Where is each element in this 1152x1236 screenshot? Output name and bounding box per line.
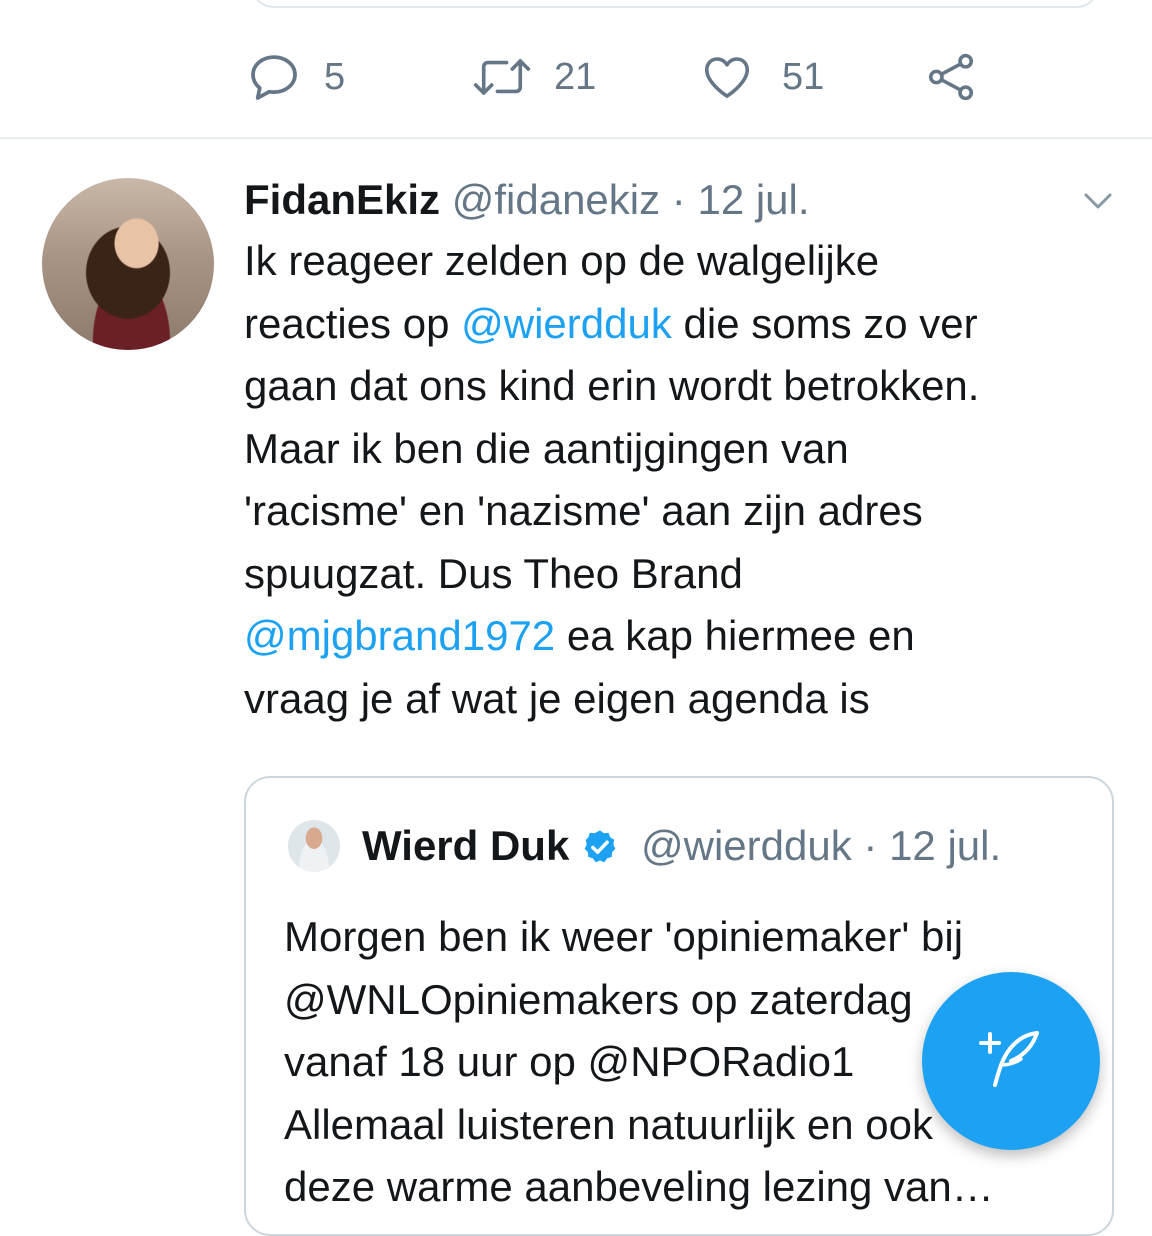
quoted-author-name: Wierd Duk <box>362 822 570 869</box>
tweet-text-line: Ik reageer zelden op de walgelijke <box>244 237 880 284</box>
avatar[interactable] <box>42 178 214 350</box>
previous-tweet-action-bar: 5 21 51 <box>0 42 1152 112</box>
tweet-text: Ik reageer zelden op de walgelijke react… <box>244 230 1124 730</box>
tweet-text-line: spuugzat. Dus Theo Brand <box>244 549 743 597</box>
heart-icon <box>700 50 754 104</box>
share-icon <box>924 50 978 104</box>
tweet-text-line: ea kap hiermee en <box>555 612 915 659</box>
tweet-menu-button[interactable] <box>1078 186 1118 216</box>
retweet-icon <box>470 49 534 105</box>
tweet-text-line: vraag je af wat je eigen agenda is <box>244 674 870 722</box>
quoted-tweet-date: 12 jul. <box>889 822 1002 869</box>
mention-link[interactable]: @wierdduk <box>461 300 672 347</box>
tweet-divider <box>0 137 1152 139</box>
tweet-text-line: reacties op <box>244 299 462 347</box>
quoted-author-handle: @wierdduk <box>641 822 852 869</box>
tweet-text-line: die soms zo ver <box>671 299 978 347</box>
retweet-button[interactable]: 21 <box>470 42 596 112</box>
tweet-header: FidanEkiz @fidanekiz · 12 jul. <box>244 172 810 228</box>
tweet-text-line: 'racisme' en 'nazisme' aan zijn adres <box>244 487 923 534</box>
reply-icon <box>246 49 302 105</box>
header-separator: · <box>671 176 686 223</box>
verified-badge-icon <box>581 824 619 880</box>
tweet-date[interactable]: 12 jul. <box>697 176 809 223</box>
like-count: 51 <box>782 55 825 98</box>
previous-tweet-media-card[interactable] <box>250 0 1100 8</box>
author-handle[interactable]: @fidanekiz <box>452 176 660 223</box>
tweet-text-line: gaan dat ons kind erin wordt betrokken. <box>244 362 980 409</box>
tweet-text-line: Maar ik ben die aantijgingen van <box>244 424 849 472</box>
compose-tweet-icon <box>971 1019 1051 1104</box>
mention-link[interactable]: @mjgbrand1972 <box>244 612 555 659</box>
share-button[interactable] <box>924 42 978 112</box>
reply-count: 5 <box>324 55 346 98</box>
quoted-tweet-header: Wierd Duk @wierdduk · 12 jul. <box>362 818 1001 880</box>
quoted-avatar <box>288 820 340 872</box>
quoted-header-separator: · <box>863 822 878 869</box>
chevron-down-icon <box>1078 193 1118 220</box>
quoted-text-line: deze warme aanbeveling lezing van… <box>284 1163 994 1210</box>
compose-tweet-button[interactable] <box>922 972 1100 1150</box>
retweet-count: 21 <box>554 55 597 98</box>
author-name[interactable]: FidanEkiz <box>244 176 440 223</box>
quoted-text-line: Morgen ben ik weer 'opiniemaker' bij <box>284 913 964 960</box>
reply-button[interactable]: 5 <box>246 42 345 112</box>
like-button[interactable]: 51 <box>700 42 824 112</box>
